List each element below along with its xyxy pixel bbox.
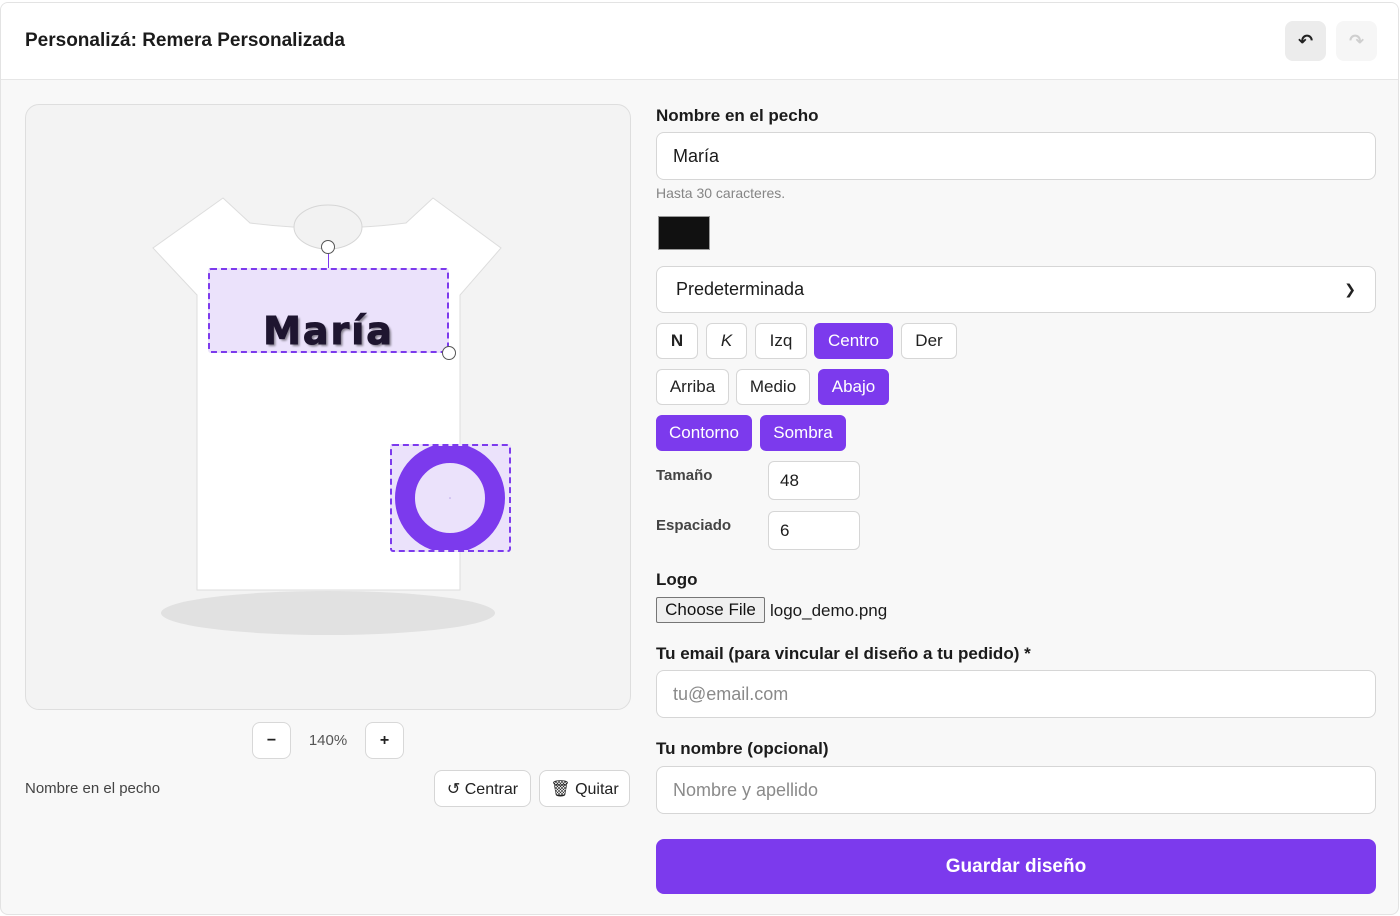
name-text-preview: María [263,309,394,354]
redo-icon: ↷ [1348,30,1365,51]
align-right-button[interactable]: Der [901,323,957,359]
redo-button[interactable]: ↷ [1336,21,1377,61]
tshirt-mockup [152,197,502,635]
page-title: Personalizá: Remera Personalizada [25,30,345,51]
choose-file-button[interactable]: Choose File [656,597,765,623]
italic-button[interactable]: K [706,323,747,359]
center-button[interactable]: ↺ Centrar [434,770,531,807]
file-name: logo_demo.png [770,601,888,620]
size-label: Tamaño [656,467,713,484]
customer-name-input[interactable]: Nombre y apellido [656,766,1376,814]
shadow-toggle[interactable]: Sombra [760,415,846,451]
logo-label: Logo [656,570,698,589]
logo-ring-icon [395,446,505,550]
remove-button[interactable]: 🗑 Quitar [539,770,630,807]
text-color-swatch[interactable] [658,216,710,250]
spacing-input[interactable]: 6 [768,511,860,550]
selected-layer-label: Nombre en el pecho [25,780,161,797]
zoom-level: 140% [308,732,348,749]
name-input[interactable]: María [656,132,1376,180]
chevron-down-icon: ❯ [1344,281,1356,297]
align-left-button[interactable]: Izq [755,323,807,359]
email-label: Tu email (para vincular el diseño a tu p… [656,644,1031,663]
font-select-value: Predeterminada [676,279,805,299]
tshirt-shadow [161,591,495,635]
undo-icon: ↶ [1297,30,1314,51]
name-field-label: Nombre en el pecho [656,106,819,125]
size-input[interactable]: 48 [768,461,860,500]
rotate-handle[interactable] [321,240,335,254]
undo-button[interactable]: ↶ [1285,21,1326,61]
save-design-button[interactable]: Guardar diseño [656,839,1376,894]
valign-top-button[interactable]: Arriba [656,369,729,405]
align-center-button[interactable]: Centro [814,323,893,359]
name-hint: Hasta 30 caracteres. [656,185,786,201]
name-text-layer[interactable]: María [208,268,449,354]
zoom-in-button[interactable]: + [365,722,404,759]
font-select[interactable]: Predeterminada ❯ [656,266,1376,313]
spacing-label: Espaciado [656,517,732,534]
valign-middle-button[interactable]: Medio [736,369,810,405]
zoom-out-button[interactable]: − [252,722,291,759]
email-input[interactable]: tu@email.com [656,670,1376,718]
header: Personalizá: Remera Personalizada ↶ ↷ [1,3,1398,80]
resize-handle[interactable] [442,346,456,360]
rotation-line [328,253,329,268]
outline-toggle[interactable]: Contorno [656,415,752,451]
valign-bottom-button[interactable]: Abajo [818,369,889,405]
editor-window: Personalizá: Remera Personalizada ↶ ↷ Ma… [0,2,1399,915]
design-canvas[interactable]: María [25,104,631,710]
logo-layer[interactable] [390,444,511,552]
bold-button[interactable]: N [656,323,698,359]
customer-name-label: Tu nombre (opcional) [656,739,829,758]
